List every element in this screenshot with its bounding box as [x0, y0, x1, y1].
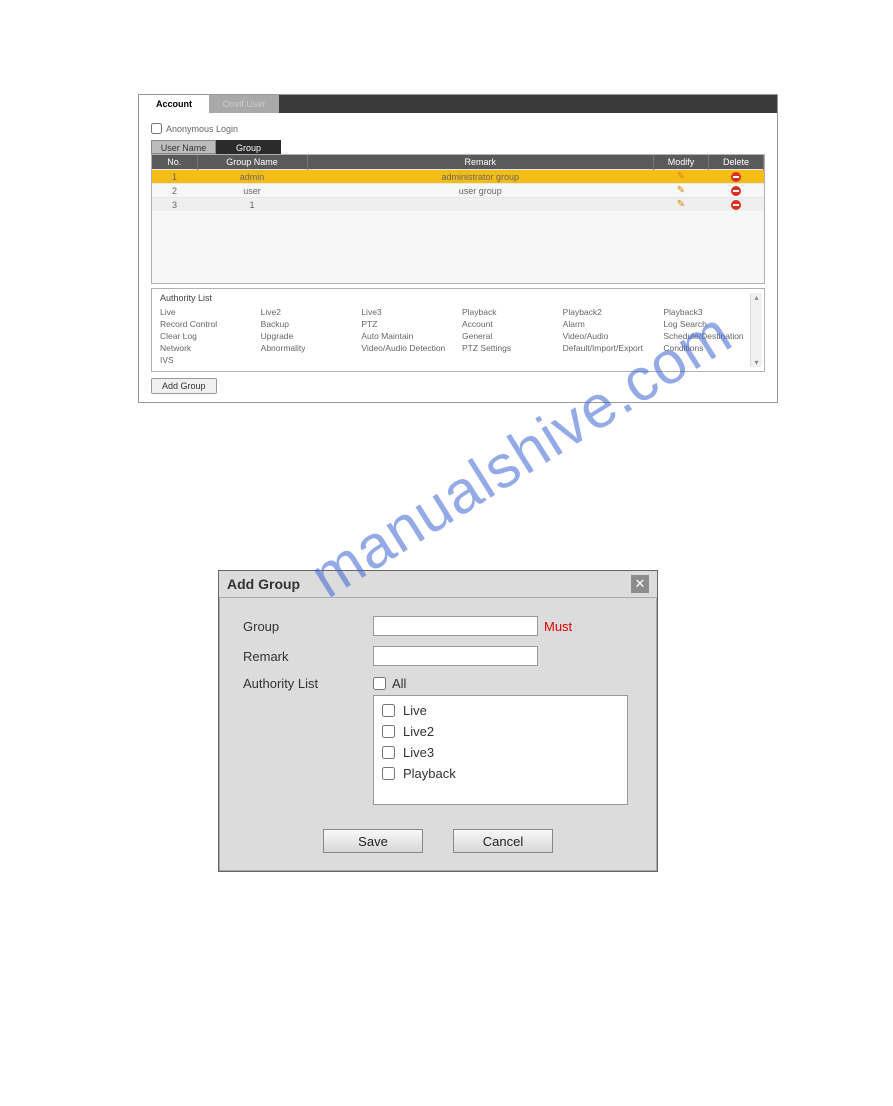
authority-item: Alarm — [563, 319, 656, 329]
subtab-group[interactable]: Group — [216, 140, 281, 154]
authority-item: Playback — [462, 307, 555, 317]
cell-no: 3 — [152, 198, 197, 212]
all-checkbox[interactable] — [373, 677, 386, 690]
pencil-icon[interactable]: ✎ — [677, 185, 685, 196]
subtab-username[interactable]: User Name — [151, 140, 216, 154]
save-button[interactable]: Save — [323, 829, 423, 853]
authority-item: Abnormality — [261, 343, 354, 353]
list-item[interactable]: Live2 — [382, 721, 619, 742]
col-delete: Delete — [709, 155, 764, 170]
authority-item: Log Search — [663, 319, 756, 329]
account-panel: Account Onvif User Anonymous Login User … — [138, 94, 778, 403]
cell-name: admin — [197, 170, 307, 184]
option-checkbox[interactable] — [382, 725, 395, 738]
authority-item: PTZ Settings — [462, 343, 555, 353]
authority-item: Live3 — [361, 307, 454, 317]
add-group-button[interactable]: Add Group — [151, 378, 217, 394]
authority-item: Backup — [261, 319, 354, 329]
table-row[interactable]: 1 admin administrator group ✎ — [152, 170, 764, 184]
cancel-button[interactable]: Cancel — [453, 829, 553, 853]
cell-remark: user group — [307, 184, 654, 198]
authority-list-box: Authority List Live Live2 Live3 Playback… — [151, 288, 765, 372]
cell-no: 1 — [152, 170, 197, 184]
option-label: Live — [403, 703, 427, 718]
authority-item: Playback2 — [563, 307, 656, 317]
authority-item: Record Control — [160, 319, 253, 329]
anonymous-login-row: Anonymous Login — [151, 123, 765, 134]
table-row[interactable]: 2 user user group ✎ — [152, 184, 764, 198]
must-indicator: Must — [544, 619, 572, 634]
authority-checklist-box[interactable]: Live Live2 Live3 Playback — [373, 695, 628, 805]
authority-item: Network — [160, 343, 253, 353]
delete-icon[interactable] — [731, 186, 741, 196]
scroll-down-icon[interactable]: ▾ — [754, 358, 758, 367]
authority-grid: Live Live2 Live3 Playback Playback2 Play… — [160, 307, 756, 365]
authority-item: Clear Log — [160, 331, 253, 341]
close-icon[interactable]: ✕ — [631, 575, 649, 593]
list-item[interactable]: Live3 — [382, 742, 619, 763]
group-input[interactable] — [373, 616, 538, 636]
option-label: Playback — [403, 766, 456, 781]
dialog-titlebar: Add Group ✕ — [219, 571, 657, 598]
cell-name: 1 — [197, 198, 307, 212]
authority-item: Live2 — [261, 307, 354, 317]
authority-item: General — [462, 331, 555, 341]
col-group-name: Group Name — [197, 155, 307, 170]
sub-tabs: User Name Group — [151, 140, 765, 154]
col-remark: Remark — [307, 155, 654, 170]
cell-remark — [307, 198, 654, 212]
cell-name: user — [197, 184, 307, 198]
authority-item: Conditions — [663, 343, 756, 353]
pencil-icon[interactable]: ✎ — [677, 171, 685, 182]
option-checkbox[interactable] — [382, 767, 395, 780]
add-group-dialog: Add Group ✕ Group Must Remark Authority … — [218, 570, 658, 872]
pencil-icon[interactable]: ✎ — [677, 199, 685, 210]
cell-no: 2 — [152, 184, 197, 198]
option-label: Live3 — [403, 745, 434, 760]
list-item[interactable]: Playback — [382, 763, 619, 784]
remark-input[interactable] — [373, 646, 538, 666]
tab-onvif-user[interactable]: Onvif User — [209, 95, 279, 113]
authority-item: Playback3 — [663, 307, 756, 317]
authority-item: Account — [462, 319, 555, 329]
option-checkbox[interactable] — [382, 746, 395, 759]
scroll-up-icon[interactable]: ▴ — [754, 293, 758, 302]
group-table: No. Group Name Remark Modify Delete 1 ad… — [152, 155, 764, 211]
top-tabs: Account Onvif User — [139, 95, 777, 113]
all-label: All — [392, 676, 406, 691]
option-label: Live2 — [403, 724, 434, 739]
cell-remark: administrator group — [307, 170, 654, 184]
anonymous-login-label: Anonymous Login — [166, 124, 238, 134]
col-modify: Modify — [654, 155, 709, 170]
group-table-container: No. Group Name Remark Modify Delete 1 ad… — [151, 154, 765, 284]
authority-item: Auto Maintain — [361, 331, 454, 341]
col-no: No. — [152, 155, 197, 170]
option-checkbox[interactable] — [382, 704, 395, 717]
authority-item: PTZ — [361, 319, 454, 329]
anonymous-login-checkbox[interactable] — [151, 123, 162, 134]
authority-item: Video/Audio Detection — [361, 343, 454, 353]
table-row[interactable]: 3 1 ✎ — [152, 198, 764, 212]
delete-icon[interactable] — [731, 172, 741, 182]
authority-item: Default/Import/Export — [563, 343, 656, 353]
authority-item: Video/Audio — [563, 331, 656, 341]
delete-icon[interactable] — [731, 200, 741, 210]
dialog-title: Add Group — [227, 576, 300, 592]
authority-item: IVS — [160, 355, 253, 365]
authority-item: Live — [160, 307, 253, 317]
authority-scrollbar[interactable]: ▴ ▾ — [750, 293, 762, 367]
authority-item: Upgrade — [261, 331, 354, 341]
authority-list-label: Authority List — [243, 676, 373, 691]
group-label: Group — [243, 619, 373, 634]
authority-item: Schedule/Destination — [663, 331, 756, 341]
authority-list-title: Authority List — [160, 293, 756, 303]
list-item[interactable]: Live — [382, 700, 619, 721]
tab-account[interactable]: Account — [139, 95, 209, 113]
remark-label: Remark — [243, 649, 373, 664]
